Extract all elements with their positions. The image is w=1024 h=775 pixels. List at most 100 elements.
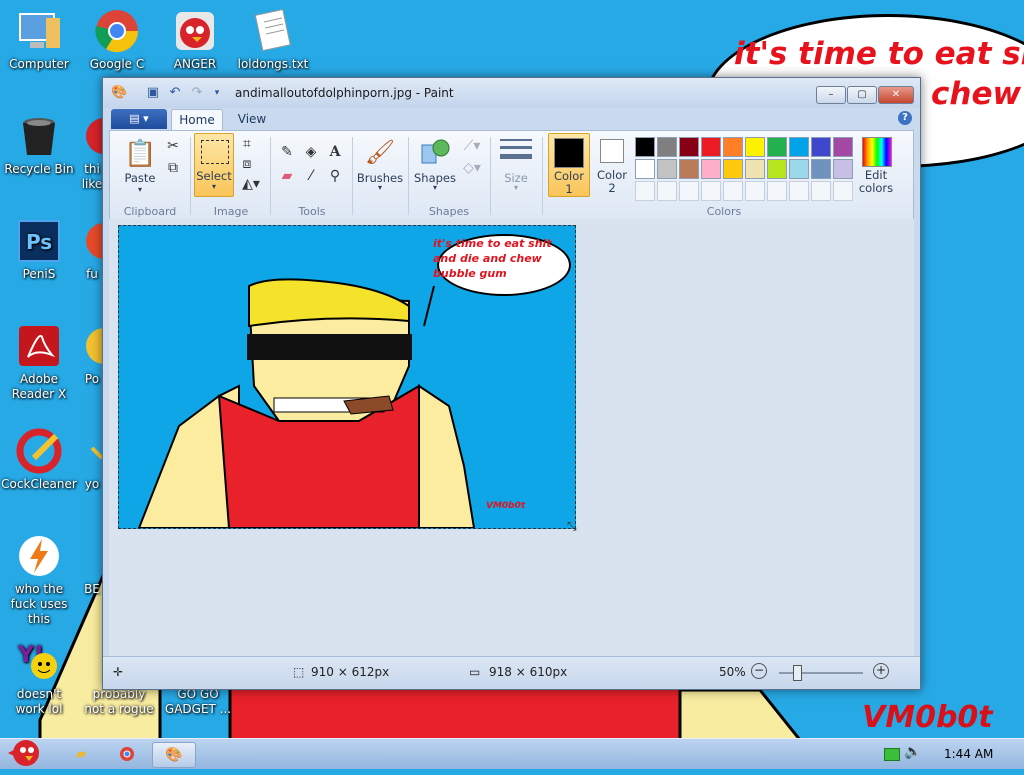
palette-swatch[interactable]	[789, 181, 809, 201]
paste-dropdown-icon[interactable]: ▾	[134, 185, 146, 194]
zoom-slider-track[interactable]	[779, 672, 863, 674]
clock[interactable]: 1:44 AM	[944, 747, 993, 761]
shapes-button[interactable]: Shapes ▾	[414, 133, 456, 193]
palette-swatch[interactable]	[745, 181, 765, 201]
palette-swatch[interactable]	[811, 181, 831, 201]
selection-size-icon: ⬚	[293, 665, 305, 679]
palette-swatch[interactable]	[635, 137, 655, 157]
save-icon[interactable]: ▣	[145, 85, 161, 101]
outline-icon[interactable]: ⟋▾	[460, 137, 484, 155]
palette-swatch[interactable]	[811, 137, 831, 157]
desktop-icon-penis[interactable]: Ps PeniS	[1, 218, 77, 282]
select-button[interactable]: Select ▾	[194, 133, 234, 197]
photoshop-icon: Ps	[16, 218, 62, 264]
palette-swatch[interactable]	[767, 137, 787, 157]
canvas-area[interactable]: it's time to eat shit and die and chew b…	[109, 219, 914, 656]
eraser-icon[interactable]: ▰	[278, 167, 296, 185]
image-size-icon: ▭	[469, 665, 481, 679]
edit-colors-icon	[862, 137, 892, 167]
palette-swatch[interactable]	[833, 159, 853, 179]
desktop-icon-recycle-bin[interactable]: Recycle Bin	[1, 113, 77, 177]
title-bar[interactable]: 🎨 ▣ ↶ ↷ ▾ andimalloutofdolphinporn.jpg -…	[103, 78, 920, 108]
close-button[interactable]: ✕	[878, 86, 914, 104]
tab-view[interactable]: View	[227, 109, 277, 130]
size-button[interactable]: Size ▾	[498, 135, 534, 193]
palette-swatch[interactable]	[811, 159, 831, 179]
palette-swatch[interactable]	[833, 137, 853, 157]
brushes-button[interactable]: 🖌 Brushes ▾	[357, 133, 403, 193]
desktop-icon-cockcleaner[interactable]: CockCleaner	[1, 428, 77, 492]
paint-menu-button[interactable]: ▤ ▾	[111, 109, 167, 129]
palette-swatch[interactable]	[679, 181, 699, 201]
cut-icon[interactable]: ✂	[164, 137, 182, 155]
palette-swatch[interactable]	[679, 137, 699, 157]
chrome-taskbar-button[interactable]	[106, 742, 148, 766]
palette-swatch[interactable]	[657, 181, 677, 201]
color-picker-icon[interactable]: ⁄	[302, 167, 320, 185]
size-dropdown-icon: ▾	[513, 183, 518, 192]
network-icon[interactable]	[884, 748, 900, 761]
minimize-button[interactable]: –	[816, 86, 846, 104]
palette-swatch[interactable]	[745, 159, 765, 179]
palette-swatch[interactable]	[745, 137, 765, 157]
paint-app-icon[interactable]: 🎨	[111, 85, 127, 101]
desktop-icon-anger[interactable]: ANGER	[157, 8, 233, 72]
zoom-in-button[interactable]: +	[873, 663, 889, 679]
palette-swatch[interactable]	[789, 137, 809, 157]
magnifier-icon[interactable]: ⚲	[326, 167, 344, 185]
maximize-button[interactable]: ▢	[847, 86, 877, 104]
angry-bird-start-icon	[8, 740, 39, 766]
palette-swatch[interactable]	[657, 137, 677, 157]
color1-button[interactable]: Color 1	[548, 133, 590, 197]
image-canvas[interactable]: it's time to eat shit and die and chew b…	[118, 225, 576, 529]
fill-icon[interactable]: ◈	[302, 143, 320, 161]
resize-icon[interactable]: ⧈	[238, 155, 256, 173]
palette-swatch[interactable]	[723, 159, 743, 179]
paste-button[interactable]: Paste	[120, 171, 160, 185]
select-icon	[201, 140, 229, 164]
text-tool-icon[interactable]: A	[326, 143, 344, 161]
palette-swatch[interactable]	[701, 137, 721, 157]
palette-swatch[interactable]	[679, 159, 699, 179]
pencil-icon[interactable]: ✎	[278, 143, 296, 161]
undo-icon[interactable]: ↶	[167, 85, 183, 101]
redo-icon[interactable]: ↷	[189, 85, 205, 101]
help-icon[interactable]: ?	[898, 111, 912, 125]
palette-swatch[interactable]	[723, 137, 743, 157]
palette-swatch[interactable]	[767, 181, 787, 201]
volume-icon[interactable]: 🔈	[904, 744, 921, 760]
desktop-icon-doesnt-work[interactable]: Y! doesn't work lol	[1, 638, 77, 717]
rotate-icon[interactable]: ◭▾	[238, 175, 264, 193]
palette-swatch[interactable]	[635, 159, 655, 179]
group-separator	[270, 137, 271, 215]
tab-home[interactable]: Home	[171, 109, 223, 131]
palette-swatch[interactable]	[789, 159, 809, 179]
desktop-icon-who-the-fuck[interactable]: who the fuck uses this	[1, 533, 77, 627]
app-icon	[82, 113, 105, 159]
edit-colors-button[interactable]: Edit colors	[854, 135, 898, 195]
palette-swatch[interactable]	[833, 181, 853, 201]
palette-swatch[interactable]	[635, 181, 655, 201]
palette-swatch[interactable]	[701, 159, 721, 179]
palette-swatch[interactable]	[767, 159, 787, 179]
zoom-level: 50%	[719, 665, 746, 679]
desktop-icon-adobe-reader[interactable]: Adobe Reader X	[1, 323, 77, 402]
palette-swatch[interactable]	[701, 181, 721, 201]
paint-window[interactable]: 🎨 ▣ ↶ ↷ ▾ andimalloutofdolphinporn.jpg -…	[102, 77, 921, 690]
palette-swatch[interactable]	[657, 159, 677, 179]
start-button[interactable]	[4, 733, 44, 767]
resize-handle-icon[interactable]: ⤡	[567, 519, 581, 533]
fill-style-icon[interactable]: ◇▾	[460, 159, 484, 177]
color2-button[interactable]: Color 2	[594, 133, 630, 195]
desktop-icon-loldongs[interactable]: loldongs.txt	[235, 8, 311, 72]
explorer-taskbar-button[interactable]: ▰	[60, 742, 102, 766]
desktop-icon-computer[interactable]: Computer	[1, 8, 77, 72]
zoom-slider-thumb[interactable]	[793, 665, 802, 681]
zoom-out-button[interactable]: −	[751, 663, 767, 679]
customize-toolbar-icon[interactable]: ▾	[209, 85, 225, 101]
desktop-icon-chrome[interactable]: Google C	[79, 8, 155, 72]
palette-swatch[interactable]	[723, 181, 743, 201]
paint-taskbar-button[interactable]: 🎨	[152, 742, 196, 768]
copy-icon[interactable]: ⧉	[164, 159, 182, 177]
crop-icon[interactable]: ⌗	[238, 135, 256, 153]
